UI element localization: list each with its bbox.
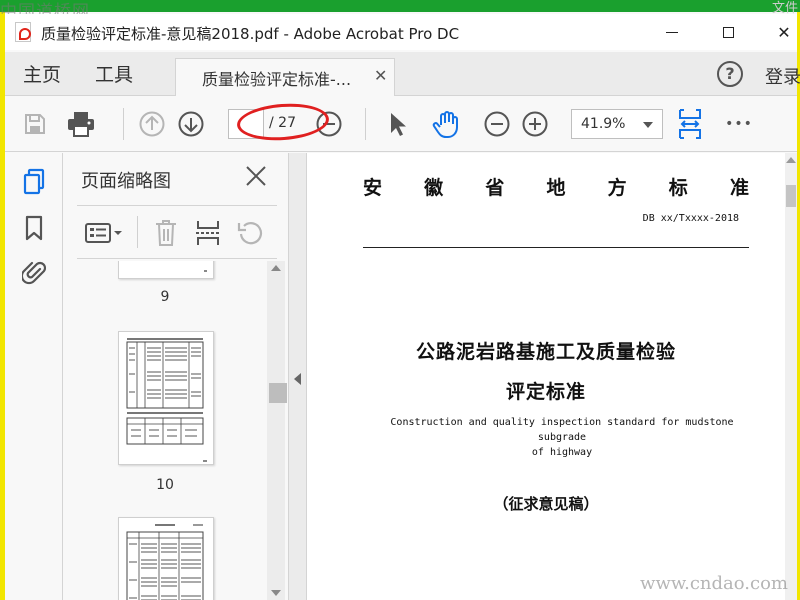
save-icon[interactable]	[19, 108, 51, 140]
document-tab-label: 质量检验评定标准-...	[202, 70, 352, 89]
left-rail	[5, 153, 63, 600]
doc-english-line1: Construction and quality inspection stan…	[390, 417, 734, 443]
window-title: 质量检验评定标准-意见稿2018.pdf - Adobe Acrobat Pro…	[41, 25, 460, 43]
title-bar: 质量检验评定标准-意见稿2018.pdf - Adobe Acrobat Pro…	[5, 14, 797, 50]
maximize-icon	[722, 26, 734, 38]
minimize-icon	[666, 31, 678, 33]
thumbnail-content	[126, 338, 207, 462]
doc-title-line2: 评定标准	[505, 381, 586, 403]
doc-divider	[363, 247, 749, 248]
watermark-bottom: www.cndao.com	[640, 573, 788, 594]
scroll-up-icon[interactable]	[786, 157, 796, 163]
print-icon[interactable]	[65, 108, 97, 140]
zoom-select[interactable]: 41.9%	[571, 109, 663, 139]
doc-draft-label: （征求意见稿）	[493, 495, 599, 513]
panel-title: 页面缩略图	[81, 171, 171, 192]
page-thumbnails-icon[interactable]	[19, 167, 49, 197]
tab-home[interactable]: 主页	[23, 60, 61, 87]
chevron-down-icon	[643, 122, 653, 128]
toolbar-separator	[123, 108, 124, 140]
maximize-button[interactable]	[705, 14, 751, 50]
tab-bar: 主页 工具 质量检验评定标准-... ✕ ? 登录	[5, 52, 800, 96]
page-thumbnails-panel: 页面缩略图 9 10	[63, 153, 289, 600]
thumbnails-scrollbar[interactable]	[267, 261, 287, 600]
sign-in-link[interactable]: 登录	[765, 63, 800, 89]
chevron-left-icon	[294, 373, 301, 385]
doc-code: DB xx/Txxxx-2018	[642, 213, 739, 224]
thumbnail-label: 9	[160, 289, 170, 305]
thumbnail-options-icon[interactable]	[81, 216, 127, 250]
zoom-value: 41.9%	[581, 116, 626, 132]
zoom-out-icon[interactable]	[481, 108, 513, 140]
page-up-icon[interactable]	[136, 108, 168, 140]
pdf-file-icon	[15, 22, 31, 42]
scroll-up-icon[interactable]	[271, 265, 281, 271]
doc-header-char: 方	[607, 177, 627, 199]
thumbnail-page[interactable]	[118, 517, 214, 600]
hand-icon[interactable]	[431, 108, 463, 140]
thumbnail-page[interactable]	[118, 331, 214, 465]
scroll-thumb[interactable]	[786, 185, 796, 207]
document-scrollbar[interactable]	[785, 153, 797, 600]
more-icon[interactable]: •••	[723, 108, 755, 140]
delete-icon[interactable]	[149, 216, 183, 250]
page-number-mark	[204, 270, 207, 272]
document-view[interactable]: 安 徽 省 地 方 标 准 DB xx/Txxxx-2018 公路泥岩路基施工及…	[307, 153, 797, 600]
help-icon[interactable]: ?	[717, 61, 743, 87]
zoom-in-icon[interactable]	[519, 108, 551, 140]
doc-header-char: 省	[485, 177, 505, 199]
doc-header-char: 地	[546, 177, 566, 199]
tab-tools[interactable]: 工具	[95, 60, 133, 87]
doc-title-line1: 公路泥岩路基施工及质量检验	[415, 341, 676, 363]
thumbnail-content	[126, 524, 204, 600]
minimize-button[interactable]	[649, 14, 695, 50]
scroll-down-icon[interactable]	[271, 590, 281, 596]
toolbar: / 27 41.9% •••	[5, 96, 797, 152]
close-tab-button[interactable]: ✕	[374, 66, 387, 85]
thumbnails-toolbar	[77, 205, 277, 259]
bookmark-icon[interactable]	[19, 213, 49, 243]
doc-header-char: 安	[363, 177, 383, 199]
close-window-button[interactable]: ✕	[761, 14, 800, 50]
thumbnail-label: 10	[156, 477, 174, 493]
toolbar-separator	[137, 216, 138, 248]
select-cursor-icon[interactable]	[381, 108, 413, 140]
document-page: 安 徽 省 地 方 标 准 DB xx/Txxxx-2018 公路泥岩路基施工及…	[307, 153, 785, 600]
insert-page-icon[interactable]	[191, 216, 225, 250]
top-color-bar	[0, 0, 800, 12]
rotate-icon[interactable]	[233, 216, 267, 250]
doc-header-char: 徽	[424, 177, 444, 199]
panel-collapse-handle[interactable]	[289, 153, 307, 600]
doc-header-char: 准	[729, 177, 749, 199]
doc-english-title: Construction and quality inspection stan…	[377, 415, 747, 460]
scroll-thumb[interactable]	[269, 383, 287, 403]
fit-page-icon[interactable]	[674, 108, 706, 140]
doc-header-char: 标	[668, 177, 688, 199]
thumbnail-page[interactable]	[118, 261, 214, 279]
doc-header: 安 徽 省 地 方 标 准	[363, 173, 749, 200]
close-icon[interactable]	[243, 163, 269, 189]
thumbnail-list: 9 10	[63, 261, 267, 600]
toolbar-separator	[365, 108, 366, 140]
page-down-icon[interactable]	[175, 108, 207, 140]
tab-document[interactable]: 质量检验评定标准-... ✕	[175, 58, 395, 96]
attachment-icon[interactable]	[19, 257, 49, 287]
doc-english-line2: of highway	[531, 447, 593, 458]
